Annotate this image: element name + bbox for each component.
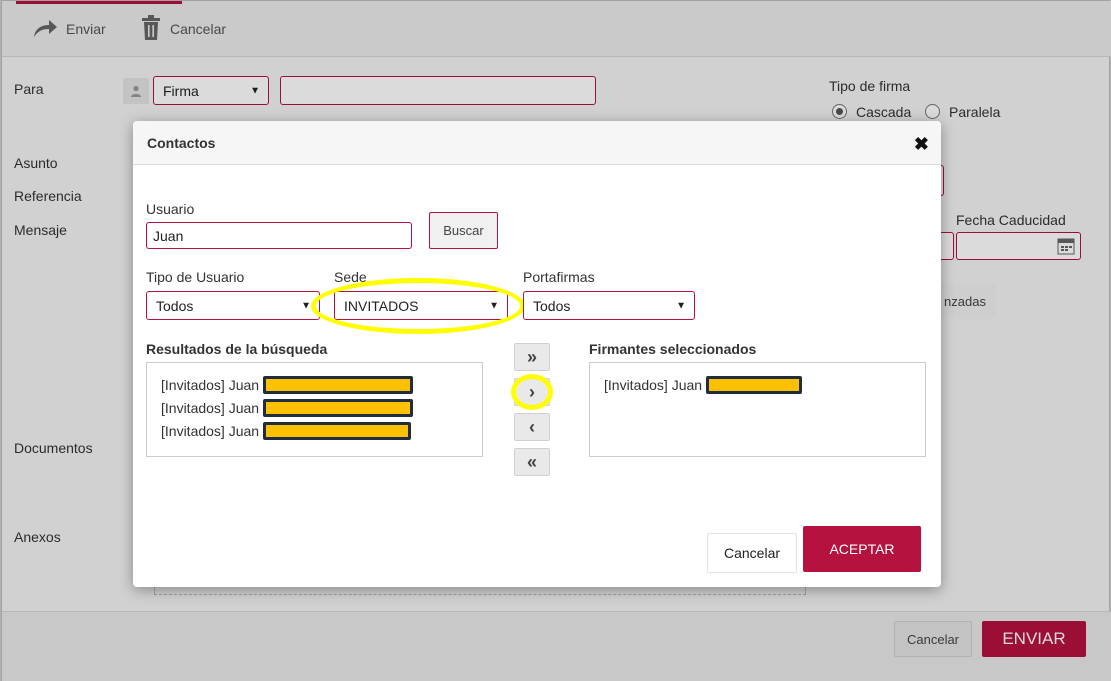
result-label: [Invitados] Juan [161, 423, 260, 439]
sede-select[interactable]: INVITADOS ▼ [334, 291, 508, 320]
selected-signers-list[interactable]: [Invitados] Juan [589, 362, 926, 457]
chevron-left-icon: ‹ [529, 416, 535, 437]
redaction-bar [706, 376, 803, 394]
redaction-bar [263, 376, 414, 394]
redaction-bar [263, 422, 412, 440]
firmantes-label: Firmantes seleccionados [589, 341, 757, 357]
sede-value: INVITADOS [344, 297, 419, 314]
result-label: [Invitados] Juan [161, 400, 260, 416]
result-label: [Invitados] Juan [161, 377, 260, 393]
aceptar-label: ACEPTAR [829, 541, 895, 557]
list-item[interactable]: [Invitados] Juan [161, 375, 414, 395]
tipo-usuario-value: Todos [156, 297, 194, 314]
sede-label: Sede [334, 269, 367, 285]
chevron-down-icon: ▼ [676, 300, 686, 311]
portafirmas-select[interactable]: Todos ▼ [523, 291, 695, 320]
redaction-bar [263, 399, 414, 417]
list-item[interactable]: [Invitados] Juan [604, 375, 803, 395]
modal-cancel-label: Cancelar [723, 545, 781, 561]
portafirmas-value: Todos [533, 297, 571, 314]
resultados-label: Resultados de la búsqueda [146, 341, 328, 357]
chevron-down-icon: ▼ [489, 300, 499, 311]
modal-cancel-button[interactable]: Cancelar [707, 533, 797, 573]
move-all-left-button[interactable]: « [514, 448, 550, 476]
move-all-right-button[interactable]: » [514, 343, 550, 371]
chevron-right-icon: › [529, 381, 535, 402]
usuario-value: Juan [153, 227, 184, 244]
buscar-button[interactable]: Buscar [429, 212, 498, 249]
modal-header: Contactos ✖ [133, 121, 941, 165]
usuario-input[interactable]: Juan [146, 222, 412, 249]
chevron-down-icon: ▼ [301, 300, 311, 311]
tipo-usuario-label: Tipo de Usuario [146, 269, 245, 285]
list-item[interactable]: [Invitados] Juan [161, 421, 412, 441]
move-right-button[interactable]: › [514, 378, 550, 406]
close-icon[interactable]: ✖ [914, 134, 929, 155]
portafirmas-label: Portafirmas [523, 269, 595, 285]
double-chevron-right-icon: » [526, 346, 537, 367]
buscar-label: Buscar [443, 223, 484, 238]
contactos-modal: Contactos ✖ Usuario Juan Buscar Tipo de … [133, 121, 941, 587]
double-chevron-left-icon: « [526, 451, 537, 472]
tipo-usuario-select[interactable]: Todos ▼ [146, 291, 320, 320]
aceptar-button[interactable]: ACEPTAR [803, 526, 921, 572]
usuario-label: Usuario [146, 201, 195, 217]
results-list[interactable]: [Invitados] Juan [Invitados] Juan [Invit… [146, 362, 483, 457]
selected-label: [Invitados] Juan [604, 377, 703, 393]
move-left-button[interactable]: ‹ [514, 413, 550, 441]
modal-title: Contactos [147, 135, 216, 151]
list-item[interactable]: [Invitados] Juan [161, 398, 414, 418]
